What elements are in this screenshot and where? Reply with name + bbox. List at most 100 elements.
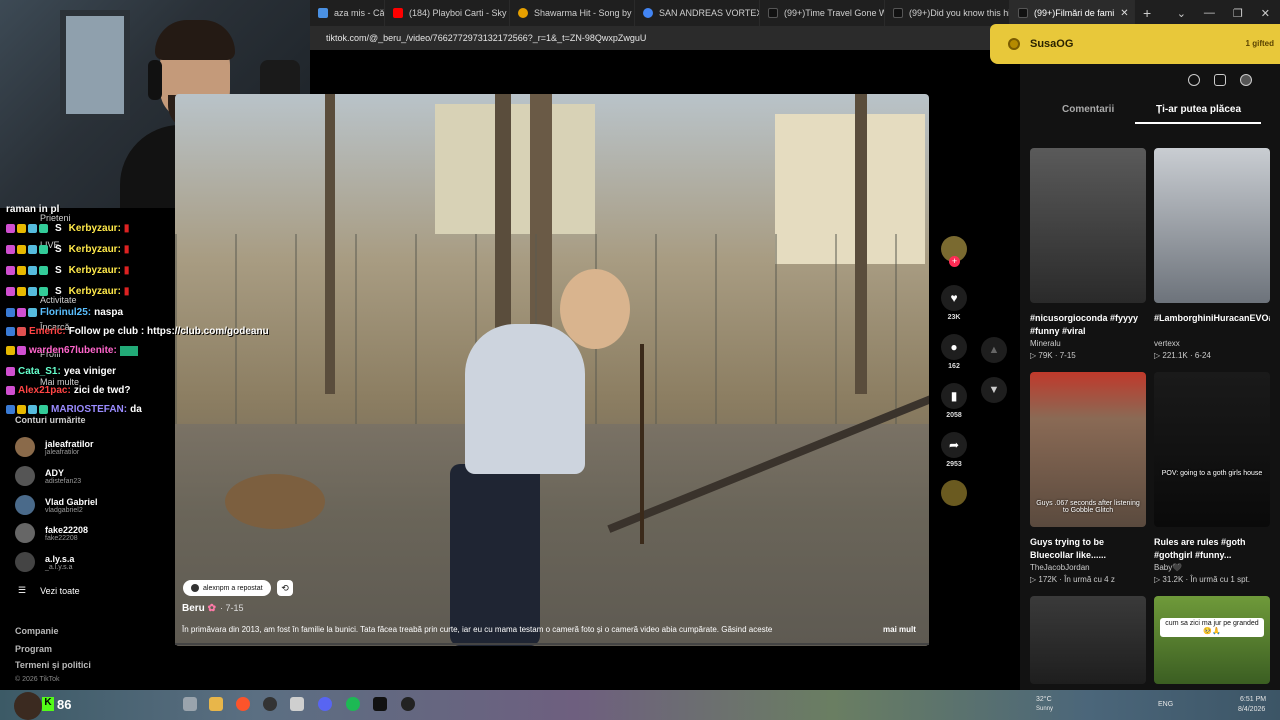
video-progress-bar[interactable] <box>175 643 929 645</box>
task-view-icon[interactable] <box>183 697 197 711</box>
video-author[interactable]: Beru ✿ · 7-15 <box>182 603 243 614</box>
footer-program-link[interactable]: Program <box>15 644 52 654</box>
tab-label: (99+)Did you know this hidd <box>909 8 1010 18</box>
file-explorer-icon[interactable] <box>209 697 223 711</box>
music-icon <box>518 8 528 18</box>
close-window-button[interactable]: ✕ <box>1261 7 1270 20</box>
browser-tab[interactable]: Shawarma Hit - Song by use <box>510 0 635 26</box>
chat-text: zici de twd? <box>73 385 131 396</box>
card-thumbnail[interactable]: cum sa zici ma jur pe granded 🥺🙏 <box>1154 596 1270 684</box>
follow-plus-icon[interactable]: + <box>949 256 960 267</box>
following-item[interactable]: Vlad Gabriel vladgabriel2 <box>15 495 98 515</box>
card-creator: Baby🖤 <box>1154 563 1183 572</box>
heart-icon: ♥ <box>941 285 967 311</box>
browser-tab[interactable]: aza mis - Căutare <box>310 0 385 26</box>
browser-tab[interactable]: SAN ANDREAS VORTEX - Că <box>635 0 760 26</box>
browser-tab-active[interactable]: (99+)Filmări de fami ✕ <box>1010 0 1135 26</box>
footer-company-link[interactable]: Companie <box>15 626 59 636</box>
like-button[interactable]: ♥ 23K <box>938 285 970 321</box>
repost-pill[interactable]: alexnpm a repostat <box>183 580 271 596</box>
chat-user: Florinul25: <box>40 307 92 318</box>
share-button[interactable]: ➦ 2953 <box>938 432 970 468</box>
avatar <box>15 523 35 543</box>
sub-count: 86 <box>57 697 72 712</box>
app-icon[interactable] <box>290 697 304 711</box>
recommended-card[interactable]: #nicusorgioconda #fyyyy #funny #viral Mi… <box>1030 148 1146 360</box>
repost-icon[interactable]: ⟲ <box>277 580 293 596</box>
tab-label: Shawarma Hit - Song by use <box>534 8 634 18</box>
bookmark-icon: ▮ <box>941 383 967 409</box>
new-tab-button[interactable]: + <box>1135 5 1159 21</box>
compass-icon[interactable] <box>1188 74 1200 86</box>
recommended-card[interactable]: Guys .067 seconds after listening to Gob… <box>1030 372 1146 584</box>
discord-icon[interactable] <box>318 697 332 711</box>
close-tab-icon[interactable]: ✕ <box>1120 8 1128 19</box>
following-item[interactable]: jaleafratilor jaleafratilor <box>15 437 94 457</box>
chat-user: Alex21pac: <box>18 385 71 396</box>
chat-message: raman in pl <box>6 204 59 215</box>
coin-icon <box>1008 38 1020 50</box>
recommended-card[interactable] <box>1030 596 1146 684</box>
following-title: Conturi urmărite <box>15 415 86 425</box>
recommended-card[interactable]: #LamborghiniHuracanEVO#Lamborghini#bar..… <box>1154 148 1270 360</box>
following-item[interactable]: a.ly.s.a _a.l.y.s.a <box>15 552 74 572</box>
video-hen <box>225 474 325 529</box>
comment-button[interactable]: ● 162 <box>938 334 970 370</box>
tiktok-icon <box>768 8 778 18</box>
obs-icon[interactable] <box>263 697 277 711</box>
save-button[interactable]: ▮ 2058 <box>938 383 970 419</box>
minimize-button[interactable]: — <box>1204 7 1215 20</box>
capcut-icon[interactable] <box>373 697 387 711</box>
following-item[interactable]: ADY adistefan23 <box>15 466 81 486</box>
browser-tab[interactable]: (99+)Time Travel Gone Wron <box>760 0 885 26</box>
chat-badges <box>6 367 15 376</box>
previous-video-button[interactable]: ▲ <box>981 337 1007 363</box>
browser-tab[interactable]: (184) Playboi Carti - Sky [Offi <box>385 0 510 26</box>
chat-badges <box>6 346 26 355</box>
next-video-button[interactable]: ▼ <box>981 377 1007 403</box>
more-button[interactable]: mai mult <box>883 625 916 634</box>
following-handle: jaleafratilor <box>45 448 80 456</box>
chat-text: naspa <box>94 307 124 318</box>
chat-user: Emeric: <box>29 326 66 337</box>
phone-icon[interactable] <box>1214 74 1226 86</box>
tab-search-icon[interactable]: ⌄ <box>1177 7 1186 20</box>
url-text[interactable]: tiktok.com/@_beru_/video/766277297313217… <box>326 33 646 43</box>
see-all-button[interactable]: ☰ Vezi toate <box>18 585 80 596</box>
chat-message: Alex21pac: zici de twd? <box>6 385 130 396</box>
clock-date[interactable]: 8/4/2026 <box>1238 706 1265 713</box>
steam-icon[interactable] <box>401 697 415 711</box>
emote-icon <box>119 345 138 356</box>
streamer-hair <box>155 20 235 60</box>
tab-recommended[interactable]: Ți-ar putea plăcea <box>1156 104 1241 115</box>
chat-message: S Kerbyzaur: ▮ <box>6 265 129 276</box>
browser-tab[interactable]: (99+)Did you know this hidd <box>885 0 1010 26</box>
card-creator: Mineralu <box>1030 339 1061 348</box>
language-indicator[interactable]: ENG <box>1158 701 1173 708</box>
recommended-card[interactable]: POV: going to a goth girls house Rules a… <box>1154 372 1270 584</box>
sound-disc-button[interactable] <box>938 480 970 506</box>
tab-comments[interactable]: Comentarii <box>1062 104 1114 115</box>
recommended-card[interactable]: cum sa zici ma jur pe granded 🥺🙏 <box>1154 596 1270 684</box>
card-thumbnail[interactable] <box>1030 148 1146 303</box>
share-count: 2953 <box>946 461 962 468</box>
profile-avatar[interactable] <box>1240 74 1252 86</box>
card-title: Guys trying to be Bluecollar like...... <box>1030 537 1107 560</box>
following-item[interactable]: fake22208 fake22208 <box>15 523 88 543</box>
card-thumbnail[interactable] <box>1030 596 1146 684</box>
brave-icon[interactable] <box>236 697 250 711</box>
card-thumbnail[interactable] <box>1154 148 1270 303</box>
chat-user: Kerbyzaur: <box>68 223 121 234</box>
tab-favicon-icon <box>318 8 328 18</box>
creator-avatar-button[interactable]: + <box>938 236 970 267</box>
video-player[interactable] <box>175 94 929 646</box>
weather-temp[interactable]: 32°C <box>1036 696 1052 703</box>
card-thumbnail[interactable]: Guys .067 seconds after listening to Gob… <box>1030 372 1146 527</box>
maximize-button[interactable]: ❐ <box>1233 7 1243 20</box>
card-stats: ▷ 172K · În urmă cu 4 z <box>1030 575 1115 584</box>
spotify-icon[interactable] <box>346 697 360 711</box>
clock-time[interactable]: 6:51 PM <box>1240 696 1266 703</box>
footer-terms-link[interactable]: Termeni și politici <box>15 660 91 670</box>
flag-icon: ▮ <box>123 244 130 255</box>
card-thumbnail[interactable]: POV: going to a goth girls house <box>1154 372 1270 527</box>
